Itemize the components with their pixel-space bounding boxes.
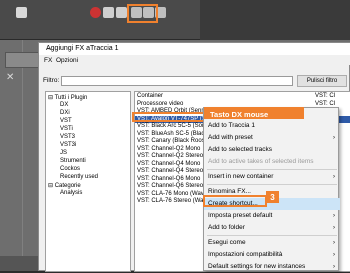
pin-icon[interactable]: ⊸: [46, 45, 52, 53]
list-item[interactable]: Container VST: Cl: [135, 93, 350, 101]
dialog-menubar: FX Opzioni: [39, 55, 350, 65]
menu-options[interactable]: Opzioni: [56, 57, 78, 64]
menu-fx[interactable]: FX: [44, 57, 52, 64]
create-shortcut-highlight: [203, 195, 267, 207]
menu-separator: [207, 184, 337, 185]
track-button[interactable]: [16, 7, 27, 18]
menu-item-add-to-active-takes: Add to active takes of selected items: [208, 158, 314, 165]
tree-item-instruments[interactable]: Strumenti: [60, 158, 86, 164]
menu-separator: [207, 169, 337, 170]
step-number-badge: 3: [266, 191, 279, 203]
selected-plugin-highlight: [132, 112, 206, 122]
right-click-callout: Tasto DX mouse: [204, 107, 304, 119]
record-arm-button[interactable]: [90, 7, 101, 18]
tree-item-recently-used[interactable]: Recently used: [60, 174, 98, 180]
tree-item-dxi[interactable]: DXi: [60, 110, 70, 116]
close-icon[interactable]: ✕: [6, 72, 14, 83]
menu-item-add-to-selected-tracks[interactable]: Add to selected tracks: [204, 144, 340, 156]
tree-item-vst3i[interactable]: VST3i: [60, 142, 76, 148]
track-control-panel: [0, 0, 200, 40]
menu-item-add-to-track[interactable]: Add to Traccia 1: [204, 120, 340, 132]
tree-item-cockos[interactable]: Cockos: [60, 166, 80, 172]
context-menu: Add to Traccia 1 Add with preset › Add to…: [203, 107, 340, 273]
tree-item-categories[interactable]: ⊟ Categorie: [48, 182, 81, 189]
dialog-titlebar: Aggiungi FX aTraccia 1 ⊸: [39, 43, 350, 55]
tree-item-all-plugins[interactable]: ⊟ Tutti i Plugin: [48, 94, 87, 101]
tree-item-analysis[interactable]: Analysis: [60, 190, 82, 196]
tree-item-js[interactable]: JS: [60, 150, 67, 156]
filter-input[interactable]: [61, 76, 293, 86]
fx-button-highlight: [127, 4, 158, 23]
menu-separator: [207, 235, 337, 236]
clear-filter-button[interactable]: Pulisci filtro: [297, 75, 347, 87]
track-button[interactable]: [103, 7, 114, 18]
menu-item-insert-in-new-container[interactable]: Insert in new container ›: [204, 171, 340, 183]
tree-item-vst3[interactable]: VST3: [60, 134, 75, 140]
grid-line: [22, 40, 23, 271]
tree-item-dx[interactable]: DX: [60, 102, 68, 108]
menu-item-default-settings[interactable]: Default settings for new instances ›: [204, 261, 340, 273]
category-tree: ⊟ Tutti i Plugin DX DXi VST VSTi VST3 VS…: [45, 91, 131, 272]
menu-item-run-as[interactable]: Esegui come ›: [204, 237, 340, 249]
filter-label: Filtro:: [43, 77, 60, 84]
tree-item-vsti[interactable]: VSTi: [60, 126, 73, 132]
track-button[interactable]: [116, 7, 127, 18]
tree-item-vst[interactable]: VST: [60, 118, 72, 124]
menu-item-compatibility-settings[interactable]: Impostazioni compatibilità ›: [204, 249, 340, 261]
menu-item-add-to-folder[interactable]: Add to folder ›: [204, 222, 340, 234]
menu-item-add-with-preset[interactable]: Add with preset ›: [204, 132, 340, 144]
dialog-title: Aggiungi FX aTraccia 1: [46, 45, 119, 52]
menu-item-set-default-preset[interactable]: Imposta preset default ›: [204, 210, 340, 222]
